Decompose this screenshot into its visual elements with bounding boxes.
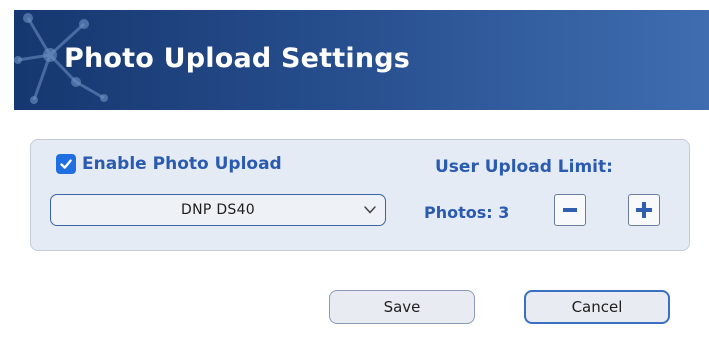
enable-upload-label[interactable]: Enable Photo Upload [82, 154, 282, 174]
enable-upload-row[interactable]: Enable Photo Upload [56, 154, 282, 174]
upload-settings-panel: Enable Photo Upload User Upload Limit: D… [30, 139, 690, 251]
upload-limit-label: User Upload Limit: [435, 157, 613, 177]
plus-icon [636, 202, 652, 218]
enable-upload-checkbox[interactable] [56, 154, 76, 174]
increase-limit-button[interactable] [628, 194, 660, 226]
header-banner: Photo Upload Settings [14, 10, 709, 110]
save-button[interactable]: Save [329, 290, 475, 324]
minus-icon [563, 208, 577, 212]
decrease-limit-button[interactable] [554, 194, 586, 226]
page-title: Photo Upload Settings [64, 43, 411, 74]
chevron-down-icon [364, 206, 376, 214]
checkmark-icon [60, 159, 72, 169]
cancel-button[interactable]: Cancel [524, 290, 670, 324]
printer-select-value: DNP DS40 [180, 202, 256, 218]
photos-count-label: Photos: 3 [424, 203, 510, 222]
printer-select[interactable]: DNP DS40 [50, 194, 386, 226]
